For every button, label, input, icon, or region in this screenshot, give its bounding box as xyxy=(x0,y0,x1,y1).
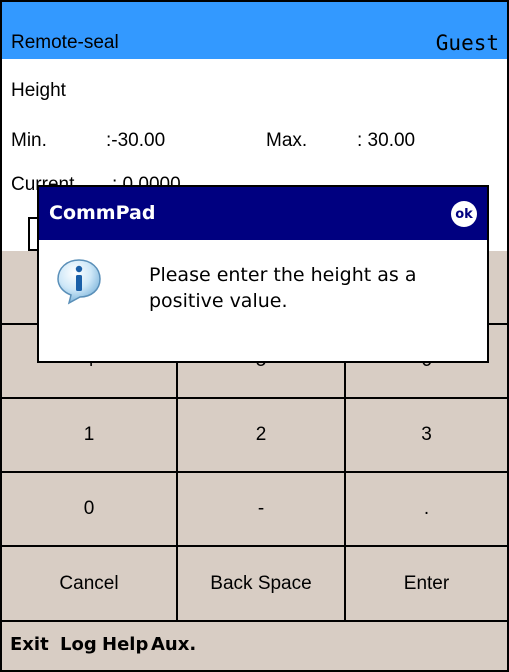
menu-log[interactable]: Log xyxy=(60,634,97,655)
key-1[interactable]: 1 xyxy=(2,399,178,473)
ok-label: ok xyxy=(455,206,473,222)
dialog-title: CommPad xyxy=(49,202,156,224)
key-decimal[interactable]: . xyxy=(346,473,507,547)
dialog-message: Please enter the height as a positive va… xyxy=(149,264,417,312)
info-icon xyxy=(57,259,101,305)
key-2[interactable]: 2 xyxy=(178,399,346,473)
app-title: Remote-seal xyxy=(11,32,119,53)
app-window: Remote-seal Guest Height Min. :-30.00 Ma… xyxy=(0,0,509,672)
menu-bar: Exit Log Help Aux. xyxy=(2,620,507,670)
enter-button[interactable]: Enter xyxy=(346,547,507,620)
min-value: :-30.00 xyxy=(106,130,166,151)
key-minus[interactable]: - xyxy=(178,473,346,547)
menu-aux[interactable]: Aux. xyxy=(151,634,196,655)
menu-help[interactable]: Help xyxy=(102,634,148,655)
max-label: Max. xyxy=(266,130,308,151)
message-dialog: CommPad ok Please enter the height as a … xyxy=(37,185,489,363)
menu-exit[interactable]: Exit xyxy=(10,634,49,655)
min-label: Min. xyxy=(11,130,47,151)
key-3[interactable]: 3 xyxy=(346,399,507,473)
backspace-button[interactable]: Back Space xyxy=(178,547,346,620)
dialog-title-bar: CommPad ok xyxy=(39,187,487,240)
key-0[interactable]: 0 xyxy=(2,473,178,547)
user-label: Guest xyxy=(435,31,499,55)
ok-button[interactable]: ok xyxy=(451,201,477,227)
title-bar: Remote-seal Guest xyxy=(2,2,507,59)
max-value: : 30.00 xyxy=(357,130,416,151)
cancel-button[interactable]: Cancel xyxy=(2,547,178,620)
field-title: Height xyxy=(11,80,66,101)
